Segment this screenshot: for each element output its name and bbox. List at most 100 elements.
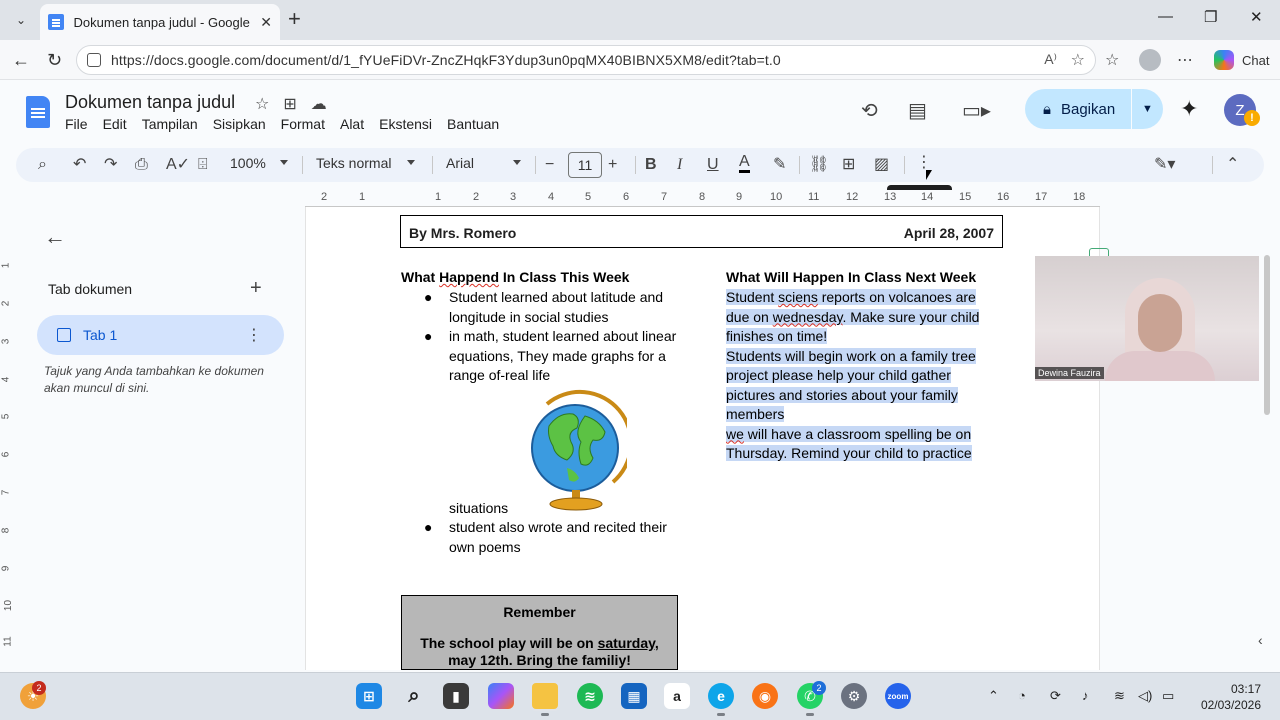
vruler-label: 2 (0, 300, 12, 307)
move-folder-icon[interactable]: ⊞ (283, 94, 296, 114)
zoom-select[interactable]: 100% (230, 155, 266, 171)
system-clock[interactable]: 03:17 02/03/2026 (1199, 681, 1261, 713)
remember-box: Remember The school play will be on satu… (401, 595, 678, 670)
zoom-icon[interactable]: zoom (885, 683, 911, 709)
browser-tab[interactable]: Dokumen tanpa judul - Google Dc ✕ (40, 4, 280, 40)
underline-icon[interactable]: U (707, 154, 719, 176)
add-comment-icon[interactable]: ⊞ (842, 154, 855, 176)
tab-options-icon[interactable]: ⋮ (246, 325, 262, 345)
ruler-label: 4 (548, 191, 555, 203)
insert-link-icon[interactable]: ⛓︎ (809, 154, 829, 176)
version-history-icon[interactable]: ⟲ (861, 98, 878, 123)
globe-image[interactable] (527, 386, 627, 512)
spotify-icon[interactable]: ≋ (577, 683, 603, 709)
back-button[interactable]: ← (12, 50, 30, 70)
bold-icon[interactable]: B (645, 154, 657, 176)
menu-view[interactable]: Tampilan (142, 116, 198, 132)
share-button[interactable]: 🔒︎ Bagikan ▼ (1025, 89, 1163, 129)
search-menus-icon[interactable]: ⌕ (38, 154, 47, 176)
paragraph-style-select[interactable]: Teks normal (316, 155, 391, 171)
read-aloud-icon[interactable]: A⁾ (1044, 51, 1057, 68)
add-tab-icon[interactable]: + (250, 277, 262, 300)
site-info-icon[interactable] (87, 53, 101, 67)
close-window-button[interactable]: ✕ (1250, 8, 1263, 26)
tray-overflow-icon[interactable]: ⌃ (988, 688, 999, 704)
close-tab-icon[interactable]: ✕ (260, 14, 272, 31)
more-options-icon[interactable]: ⋯ (1177, 50, 1193, 70)
remember-title: Remember (503, 604, 576, 620)
copilot-taskbar-icon[interactable] (488, 683, 514, 709)
vertical-ruler[interactable]: 1 2 3 4 5 6 7 8 9 10 11 (0, 208, 16, 668)
minimize-button[interactable]: — (1158, 8, 1173, 25)
file-explorer-icon[interactable] (530, 681, 560, 711)
vruler-label: 7 (0, 489, 12, 496)
vruler-label: 6 (0, 451, 12, 458)
menu-file[interactable]: File (65, 116, 88, 132)
highlight-icon[interactable]: ✎ (773, 154, 786, 176)
docs-logo-icon[interactable] (26, 96, 50, 128)
font-size-input[interactable]: 11 (568, 152, 602, 178)
italic-icon[interactable]: I (677, 154, 682, 176)
participant-name: Dewina Fauzira (1035, 367, 1104, 379)
search-icon[interactable]: ⌕ (401, 683, 427, 709)
menu-tools[interactable]: Alat (340, 116, 364, 132)
scrollbar[interactable] (1264, 255, 1270, 415)
redo-icon[interactable]: ↷ (104, 154, 117, 176)
video-call-overlay[interactable] (1035, 256, 1259, 381)
style-caret-icon (407, 160, 415, 165)
meet-icon[interactable]: ▭▸ (962, 98, 991, 123)
weather-badge: 2 (32, 681, 46, 695)
side-panel-toggle-icon[interactable]: ‹ (1258, 632, 1263, 648)
ruler-label: 2 (473, 191, 480, 203)
firefox-icon[interactable]: ◉ (752, 683, 778, 709)
tray-sync-icon[interactable]: ⟳ (1050, 688, 1061, 704)
settings-icon[interactable]: ⚙ (841, 683, 867, 709)
store-icon[interactable]: ▦ (621, 683, 647, 709)
cloud-status-icon[interactable]: ☁ (311, 94, 327, 114)
reload-button[interactable]: ↻ (47, 50, 62, 70)
decrease-font-size-icon[interactable]: − (545, 154, 554, 176)
edge-icon[interactable]: e (708, 683, 734, 709)
insert-image-icon[interactable]: ▨ (874, 154, 889, 176)
sidebar-item-tab-1[interactable]: Tab 1 ⋮ (37, 315, 284, 355)
font-select[interactable]: Arial (446, 155, 474, 171)
close-sidepanel-icon[interactable]: ← (44, 224, 66, 250)
ruler-label: 9 (736, 191, 743, 203)
browser-profile-icon[interactable] (1139, 49, 1161, 71)
comments-icon[interactable]: ▤ (908, 98, 927, 123)
horizontal-ruler[interactable]: 2 1 1 2 3 4 5 6 7 8 9 10 11 12 13 14 15 … (305, 190, 1100, 206)
star-icon[interactable]: ☆ (255, 94, 269, 114)
amazon-icon[interactable]: a (664, 683, 690, 709)
restore-button[interactable]: ❐ (1204, 8, 1217, 26)
favorites-icon[interactable]: ☆ (1105, 50, 1119, 70)
menu-insert[interactable]: Sisipkan (213, 116, 266, 132)
spellcheck-icon[interactable]: A✓ (166, 154, 190, 176)
text-color-icon[interactable]: A (739, 154, 750, 173)
menu-extensions[interactable]: Ekstensi (379, 116, 432, 132)
menu-help[interactable]: Bantuan (447, 116, 499, 132)
new-tab-button[interactable]: + (288, 8, 301, 30)
url-field[interactable]: https://docs.google.com/document/d/1_fYU… (76, 45, 1096, 75)
menu-format[interactable]: Format (281, 116, 325, 132)
print-icon[interactable]: ⎙ (135, 154, 148, 176)
undo-icon[interactable]: ↶ (73, 154, 86, 176)
hide-menus-icon[interactable]: ⌃ (1226, 154, 1239, 176)
copilot-chat-button[interactable]: Chat (1206, 46, 1277, 74)
tray-app-icon[interactable]: ◔ (1018, 688, 1026, 703)
menu-edit[interactable]: Edit (103, 116, 127, 132)
battery-icon[interactable]: ▭ (1162, 688, 1174, 704)
tab-list-button[interactable]: ⌄ (8, 7, 34, 33)
start-icon[interactable]: ⊞ (356, 683, 382, 709)
task-view-icon[interactable]: ▮ (443, 683, 469, 709)
gemini-icon[interactable]: ✦ (1180, 96, 1198, 122)
document-title[interactable]: Dokumen tanpa judul (65, 92, 235, 113)
outline-hint: Tajuk yang Anda tambahkan ke dokumen aka… (44, 364, 264, 395)
paint-format-icon[interactable]: ⌹ (198, 154, 208, 176)
bookmark-star-icon[interactable]: ☆ (1071, 50, 1085, 70)
share-dropdown-icon[interactable]: ▼ (1142, 103, 1153, 115)
increase-font-size-icon[interactable]: + (608, 154, 617, 176)
volume-icon[interactable]: ◁) (1138, 688, 1152, 704)
tray-mic-icon[interactable]: ♪ (1082, 688, 1089, 703)
editing-mode-icon[interactable]: ✎▾ (1154, 154, 1175, 176)
wifi-icon[interactable]: ≋ (1114, 688, 1125, 704)
